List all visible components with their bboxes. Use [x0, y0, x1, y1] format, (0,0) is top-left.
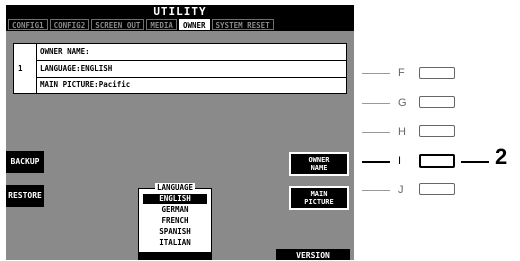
- guide-line: [362, 103, 390, 104]
- panel-button-g[interactable]: [419, 96, 455, 108]
- main-picture-label: MAIN PICTURE:Pacific: [36, 77, 348, 93]
- tab-bar: CONFIG1 CONFIG2 SCREEN OUT MEDIA OWNER S…: [6, 18, 354, 31]
- main-picture-button-line1: MAIN: [310, 190, 328, 198]
- main-picture-row[interactable]: MAIN PICTURE:Pacific: [14, 77, 346, 93]
- utility-screen: UTILITY CONFIG1 CONFIG2 SCREEN OUT MEDIA…: [6, 5, 354, 260]
- guide-line: [362, 132, 390, 133]
- tab-media[interactable]: MEDIA: [146, 19, 177, 30]
- tab-system-reset[interactable]: SYSTEM RESET: [211, 19, 274, 30]
- owner-name-button-line2: NAME: [310, 164, 328, 172]
- tab-config2[interactable]: CONFIG2: [49, 19, 90, 30]
- scroll-arrows[interactable]: [138, 252, 212, 260]
- language-label: LANGUAGE:ENGLISH: [36, 61, 348, 77]
- language-item-german[interactable]: GERMAN: [143, 205, 207, 215]
- panel-button-h[interactable]: [419, 125, 455, 137]
- step-callout: 2: [495, 144, 508, 169]
- owner-name-button[interactable]: OWNER NAME: [289, 152, 349, 176]
- language-item-english[interactable]: ENGLISH: [143, 194, 207, 204]
- language-row[interactable]: 1 LANGUAGE:ENGLISH: [14, 61, 346, 77]
- language-list-title: LANGUAGE: [154, 183, 196, 192]
- panel-button-i[interactable]: [419, 154, 455, 168]
- restore-button[interactable]: RESTORE: [6, 185, 44, 207]
- guide-line: [362, 190, 390, 191]
- language-item-spanish[interactable]: SPANISH: [143, 227, 207, 237]
- version-button[interactable]: VERSION: [276, 249, 350, 260]
- panel-letter-f: F: [398, 67, 405, 79]
- tab-config1[interactable]: CONFIG1: [8, 19, 48, 30]
- up-down-arrow-icon: [138, 259, 212, 260]
- main-picture-button[interactable]: MAIN PICTURE: [289, 186, 349, 210]
- owner-name-row[interactable]: OWNER NAME:: [14, 44, 346, 60]
- language-item-italian[interactable]: ITALIAN: [143, 238, 207, 248]
- callout-line: [461, 161, 489, 163]
- backup-button[interactable]: BACKUP: [6, 151, 44, 173]
- main-picture-button-line2: PICTURE: [304, 198, 334, 206]
- owner-info-box: OWNER NAME: 1 LANGUAGE:ENGLISH MAIN PICT…: [13, 43, 347, 94]
- screen-title: UTILITY: [6, 5, 354, 18]
- panel-letter-g: G: [398, 97, 407, 109]
- panel-letter-i: I: [398, 155, 402, 167]
- owner-name-button-line1: OWNER: [308, 156, 330, 164]
- row-index: 1: [18, 64, 23, 73]
- tab-screen-out[interactable]: SCREEN OUT: [91, 19, 145, 30]
- panel-button-f[interactable]: [419, 67, 455, 79]
- owner-name-label: OWNER NAME:: [36, 44, 348, 60]
- guide-line: [362, 161, 390, 163]
- guide-line: [362, 73, 390, 74]
- panel-letter-j: J: [398, 184, 404, 196]
- language-list[interactable]: LANGUAGE ENGLISH GERMAN FRENCH SPANISH I…: [138, 183, 212, 254]
- language-item-french[interactable]: FRENCH: [143, 216, 207, 226]
- tab-owner[interactable]: OWNER: [178, 19, 210, 30]
- panel-letter-h: H: [398, 126, 406, 138]
- panel-button-j[interactable]: [419, 183, 455, 195]
